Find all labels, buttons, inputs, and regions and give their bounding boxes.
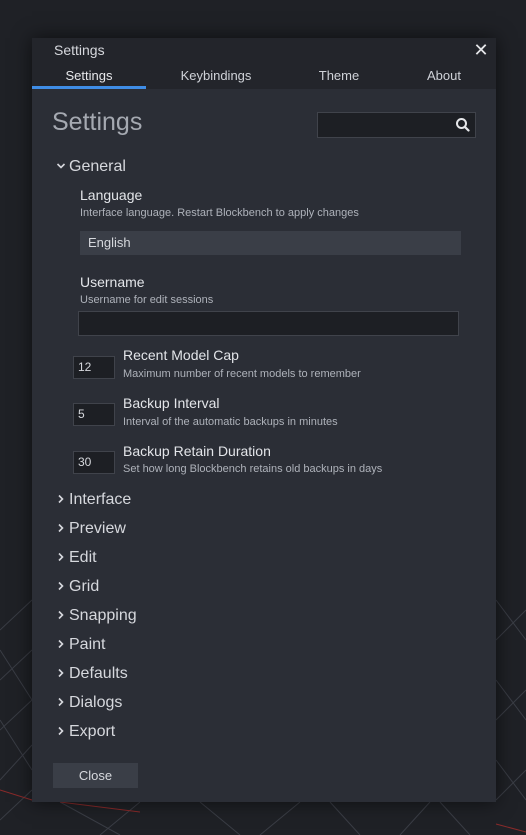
search-icon[interactable] bbox=[454, 116, 472, 134]
chevron-right-icon bbox=[56, 694, 69, 712]
section-grid-label: Grid bbox=[69, 578, 100, 595]
section-grid[interactable]: Grid bbox=[56, 578, 99, 600]
backup-interval-input[interactable]: 5 bbox=[73, 403, 115, 426]
section-defaults-label: Defaults bbox=[69, 665, 128, 682]
backup-interval-title: Backup Interval bbox=[123, 395, 220, 411]
backup-retain-duration-title: Backup Retain Duration bbox=[123, 443, 271, 459]
section-interface-label: Interface bbox=[69, 491, 132, 508]
recent-model-cap-input[interactable]: 12 bbox=[73, 356, 115, 379]
section-snapping-label: Snapping bbox=[69, 607, 137, 624]
chevron-right-icon bbox=[56, 723, 69, 741]
username-description: Username for edit sessions bbox=[80, 294, 214, 306]
chevron-right-icon bbox=[56, 607, 69, 625]
tab-bar: Settings Keybindings Theme About bbox=[32, 63, 496, 89]
tab-theme[interactable]: Theme bbox=[294, 63, 384, 89]
chevron-down-icon bbox=[56, 158, 69, 176]
chevron-right-icon bbox=[56, 491, 69, 509]
section-export-label: Export bbox=[69, 723, 116, 740]
section-export[interactable]: Export bbox=[56, 723, 115, 745]
chevron-right-icon bbox=[56, 520, 69, 538]
dialog-title: Settings bbox=[54, 42, 105, 58]
recent-model-cap-description: Maximum number of recent models to remem… bbox=[123, 368, 361, 380]
tab-about[interactable]: About bbox=[404, 63, 484, 89]
chevron-right-icon bbox=[56, 636, 69, 654]
section-general[interactable]: General bbox=[56, 158, 126, 180]
section-interface[interactable]: Interface bbox=[56, 491, 131, 513]
backup-retain-duration-description: Set how long Blockbench retains old back… bbox=[123, 463, 383, 475]
section-dialogs[interactable]: Dialogs bbox=[56, 694, 122, 716]
section-defaults[interactable]: Defaults bbox=[56, 665, 128, 687]
chevron-right-icon bbox=[56, 549, 69, 567]
chevron-right-icon bbox=[56, 578, 69, 596]
chevron-right-icon bbox=[56, 665, 69, 683]
backup-retain-duration-input[interactable]: 30 bbox=[73, 451, 115, 474]
close-button[interactable]: Close bbox=[53, 763, 138, 788]
section-snapping[interactable]: Snapping bbox=[56, 607, 137, 629]
tab-settings[interactable]: Settings bbox=[32, 63, 146, 89]
language-title: Language bbox=[80, 187, 143, 203]
section-preview[interactable]: Preview bbox=[56, 520, 126, 542]
section-edit[interactable]: Edit bbox=[56, 549, 97, 571]
search-input[interactable] bbox=[318, 113, 460, 137]
recent-model-cap-title: Recent Model Cap bbox=[123, 347, 239, 363]
language-description: Interface language. Restart Blockbench t… bbox=[80, 207, 359, 219]
section-edit-label: Edit bbox=[69, 549, 97, 566]
dialog-titlebar[interactable]: Settings ✕ bbox=[32, 38, 496, 63]
section-paint-label: Paint bbox=[69, 636, 106, 653]
tab-keybindings[interactable]: Keybindings bbox=[166, 63, 266, 89]
language-select[interactable]: English bbox=[80, 231, 461, 255]
username-field[interactable] bbox=[78, 311, 459, 336]
settings-dialog: Settings ✕ Settings Keybindings Theme Ab… bbox=[32, 38, 496, 802]
backup-interval-description: Interval of the automatic backups in min… bbox=[123, 416, 338, 428]
settings-search bbox=[317, 112, 476, 138]
section-paint[interactable]: Paint bbox=[56, 636, 105, 658]
section-dialogs-label: Dialogs bbox=[69, 694, 123, 711]
username-title: Username bbox=[80, 274, 145, 290]
close-icon[interactable]: ✕ bbox=[470, 39, 492, 61]
section-general-label: General bbox=[69, 158, 126, 175]
section-preview-label: Preview bbox=[69, 520, 126, 537]
page-title: Settings bbox=[52, 108, 143, 136]
